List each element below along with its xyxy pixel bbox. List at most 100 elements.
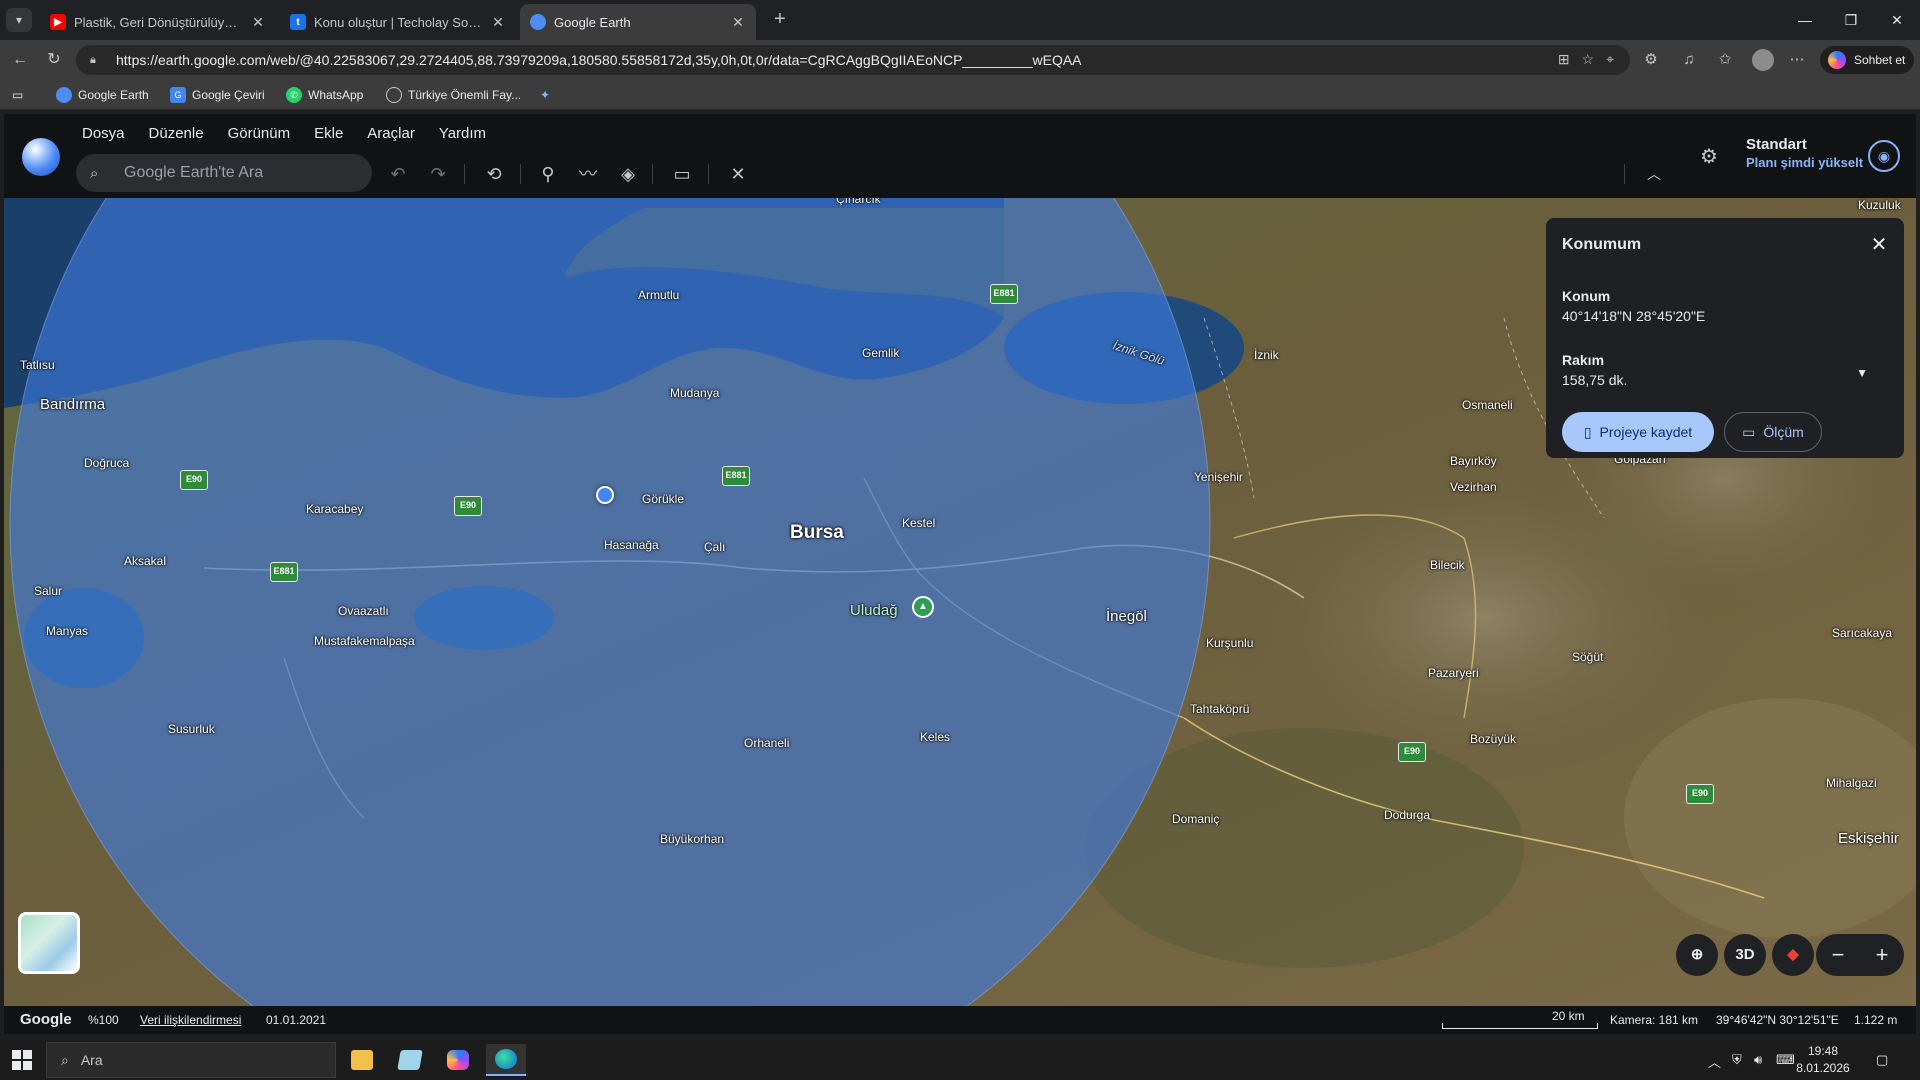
add-placemark-button[interactable]: ⚲ [534,160,562,188]
satellite-tools-button[interactable]: ✕ [724,160,752,188]
place-label: Armutlu [638,288,680,302]
bookmarks-menu-icon[interactable]: ▭ [12,86,23,104]
data-attribution-link[interactable]: Veri ilişkilendirmesi [140,1013,241,1027]
road-shield: E881 [990,284,1018,304]
undo-button[interactable]: ↶ [384,160,412,188]
zoom-out-button[interactable]: − [1832,942,1845,968]
star-icon[interactable]: ☆ [1582,51,1595,68]
close-icon[interactable]: ✕ [490,14,506,31]
google-logo: Google [20,1011,72,1028]
imagery-date: 01.01.2021 [266,1013,327,1027]
file-explorer-app[interactable] [342,1044,382,1076]
my-location-marker[interactable] [596,486,614,504]
place-label: İnegöl [1106,608,1147,625]
tab-google-earth[interactable]: Google Earth ✕ [520,4,756,40]
my-location-button[interactable]: ⊕ [1676,934,1718,976]
historical-imagery-button[interactable]: ⟲ [480,160,508,188]
app-install-icon[interactable]: ⊞ [1558,51,1570,68]
start-button[interactable] [12,1050,32,1070]
bookmark-google-translate[interactable]: G Google Çeviri [170,86,265,104]
chevron-up-icon[interactable]: ︿ [1708,1052,1721,1071]
save-to-project-button[interactable]: ▯ Projeye kaydet [1562,412,1714,452]
mountain-icon[interactable]: ▲ [912,596,934,618]
zoom-in-button[interactable]: + [1876,942,1889,968]
extensions-icon[interactable]: ⚙ [1640,49,1662,71]
collapse-toolbar-button[interactable]: ︿ [1640,160,1668,188]
site-info-icon[interactable]: 🔒︎ [90,54,106,67]
notes-app[interactable] [390,1044,430,1076]
draw-path-button[interactable]: 〰 [574,160,602,188]
split-screen-icon[interactable]: ♫ [1678,49,1700,71]
bookmarks-bar: ▭ Google Earth G Google Çeviri ✆ WhatsAp… [0,80,1920,110]
menu-tools[interactable]: Araçlar [355,120,427,148]
compass-button[interactable]: ◆ [1772,934,1814,976]
volume-icon[interactable]: 🔊︎ [1754,1052,1762,1068]
restore-button[interactable]: ❐ [1828,8,1874,32]
translate-icon: G [170,87,186,103]
map-style-button[interactable] [18,912,80,974]
reload-button[interactable]: ↻ [42,48,66,72]
tab-techolay[interactable]: t Konu oluştur | Techolay Sosyal ✕ [280,4,516,40]
menu-edit[interactable]: Düzenle [137,120,216,148]
clock[interactable]: 19:48 8.01.2026 [1788,1043,1858,1077]
camera-altitude: Kamera: 181 km [1610,1013,1699,1027]
back-button[interactable]: ← [8,48,32,72]
menu-help[interactable]: Yardım [427,120,498,148]
close-window-button[interactable]: ✕ [1874,8,1920,32]
tab-list-button[interactable]: ▾ [6,8,32,32]
layers-button[interactable]: ◈ [614,160,642,188]
security-icon[interactable]: ⛨ [1732,1052,1742,1068]
close-icon[interactable]: ✕ [250,14,266,31]
tab-youtube[interactable]: ▶ Plastik, Geri Dönüştürülüyor mu Sa... … [40,4,276,40]
place-label: Mudanya [670,386,720,400]
place-label: Bursa [790,522,844,543]
earth-search-box[interactable]: ⌕ [76,154,372,192]
notifications-icon[interactable]: ▢ [1876,1052,1888,1068]
address-bar[interactable]: 🔒︎ https://earth.google.com/web/@40.2258… [76,45,1630,75]
profile-avatar[interactable] [1752,49,1774,71]
edge-browser-app[interactable] [486,1044,526,1076]
favorites-icon[interactable]: ✩ [1714,49,1736,71]
close-panel-button[interactable]: ✕ [1864,230,1894,260]
more-menu-icon[interactable]: ⋯ [1786,49,1808,71]
redo-icon: ↷ [430,164,446,184]
redo-button[interactable]: ↷ [424,160,452,188]
upgrade-plan-link[interactable]: Planı şimdi yükselt [1746,155,1863,170]
globe-icon [386,87,402,103]
google-earth-logo[interactable] [22,138,60,176]
menu-add[interactable]: Ekle [302,120,355,148]
place-label: Çınarcık [836,198,881,206]
bookmark-whatsapp[interactable]: ✆ WhatsApp [286,86,363,104]
taskbar-search[interactable]: ⌕ Ara [46,1042,336,1078]
clock-time: 19:48 [1807,1044,1839,1058]
bookmark-label: Google Çeviri [192,88,265,102]
toolbar-divider [520,164,521,184]
toggle-3d-button[interactable]: 3D [1724,934,1766,976]
menu-view[interactable]: Görünüm [216,120,303,148]
measure-button[interactable]: ▭ Ölçüm [1724,412,1822,452]
browser-tab-bar: ▾ ▶ Plastik, Geri Dönüştürülüyor mu Sa..… [0,0,1920,40]
close-icon[interactable]: ✕ [730,14,746,31]
bookmark-fault-lines[interactable]: Türkiye Önemli Fay... [386,86,521,104]
toolbar-divider [652,164,653,184]
place-label: Osmaneli [1462,398,1513,412]
elevation-unit-dropdown[interactable]: ▼ [1856,366,1868,380]
cursor-coordinates: 39°46'42"N 30°12'51"E [1716,1013,1839,1027]
minimize-button[interactable]: — [1782,8,1828,32]
history-icon: ⟲ [486,164,502,184]
scale-bar [1442,1023,1598,1029]
bookmark-google-earth[interactable]: Google Earth [56,86,149,104]
cursor-elevation: 1.122 m [1854,1013,1898,1027]
layers-icon: ◈ [621,164,635,184]
place-label: Pazaryeri [1428,666,1479,680]
earth-search-input[interactable] [124,164,344,182]
account-button[interactable]: ◉ [1868,140,1900,172]
location-pin-icon[interactable]: ⌖ [1606,51,1614,68]
menu-file[interactable]: Dosya [70,120,137,148]
sparkle-icon[interactable]: ✦ [540,86,550,104]
new-tab-button[interactable]: + [768,8,792,32]
settings-button[interactable]: ⚙ [1694,142,1724,172]
measure-tool-button[interactable]: ▭ [668,160,696,188]
copilot-app[interactable] [438,1044,478,1076]
copilot-button[interactable]: Sohbet et [1820,46,1914,74]
